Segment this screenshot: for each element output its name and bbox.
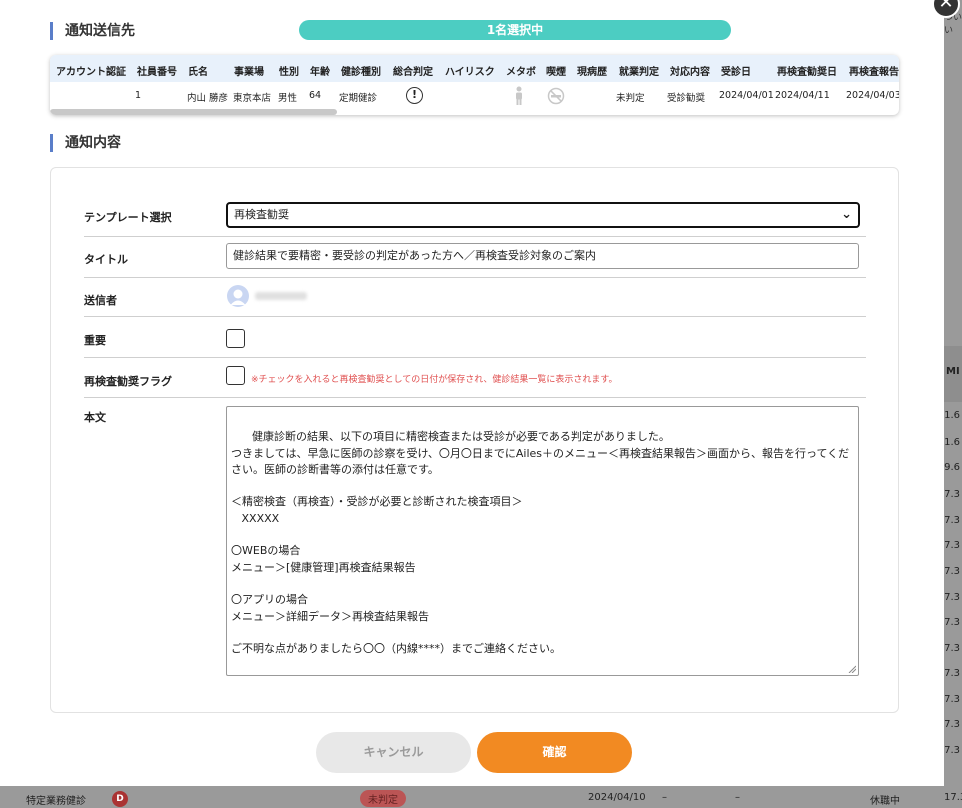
cell-employee-no: 1 bbox=[135, 90, 142, 101]
column-header[interactable]: ハイリスク bbox=[445, 63, 495, 78]
background-value: 7.3 bbox=[944, 719, 960, 730]
background-row-date: 2024/04/10 bbox=[588, 792, 646, 803]
column-header[interactable]: 性別 bbox=[279, 63, 299, 78]
background-value: 7.3 bbox=[944, 617, 960, 628]
background-row-dash: – bbox=[735, 792, 740, 803]
background-value: 7.3 bbox=[944, 694, 960, 705]
sender-label: 送信者 bbox=[84, 294, 117, 307]
column-header[interactable]: 受診日 bbox=[721, 63, 751, 78]
background-row-value: 17.3 bbox=[944, 792, 962, 803]
cell-recheck-report: 2024/04/03 bbox=[846, 90, 899, 101]
background-status-badge: 未判定 bbox=[360, 790, 406, 807]
column-header[interactable]: 事業場 bbox=[234, 63, 264, 78]
background-value: 7.3 bbox=[944, 566, 960, 577]
selected-count-badge: 1名選択中 bbox=[299, 20, 731, 40]
confirm-button[interactable]: 確認 bbox=[477, 732, 632, 773]
notification-form-card: テンプレート選択 再検査勧奨 ⌄ タイトル 健診結果で要精密・要受診の判定があっ… bbox=[50, 167, 899, 713]
cell-gender: 男性 bbox=[278, 93, 298, 104]
row-divider bbox=[84, 357, 866, 358]
content-section-title: 通知内容 bbox=[50, 134, 121, 152]
recipients-table: アカウント認証 社員番号 氏名 事業場 性別 年齢 健診種別 総合判定 ハイリス… bbox=[50, 55, 899, 115]
table-horizontal-scrollbar[interactable] bbox=[50, 109, 337, 115]
cell-exam-date: 2024/04/01 bbox=[719, 90, 774, 101]
resize-handle-icon[interactable] bbox=[848, 665, 856, 673]
background-value: 7.3 bbox=[944, 540, 960, 551]
column-header[interactable]: 健診種別 bbox=[341, 63, 381, 78]
column-header[interactable]: アカウント認証 bbox=[56, 63, 126, 78]
column-header[interactable]: 対応内容 bbox=[670, 63, 710, 78]
background-row-leave: 休職中 bbox=[870, 796, 900, 807]
title-label: タイトル bbox=[84, 253, 128, 266]
body-label: 本文 bbox=[84, 411, 106, 424]
template-select[interactable]: 再検査勧奨 ⌄ bbox=[226, 202, 860, 228]
cell-age: 64 bbox=[309, 90, 322, 101]
background-row-badge: D bbox=[112, 791, 128, 807]
body-textarea[interactable]: 健康診断の結果、以下の項目に精密検査または受診が必要である判定がありました。 つ… bbox=[226, 406, 859, 676]
avatar bbox=[227, 285, 249, 307]
column-header[interactable]: 再検査報告 bbox=[849, 63, 899, 78]
background-row-name: 特定業務健診 bbox=[26, 796, 86, 807]
column-header[interactable]: 年齢 bbox=[310, 63, 330, 78]
background-value: 7.3 bbox=[944, 745, 960, 756]
important-label: 重要 bbox=[84, 334, 106, 347]
column-header[interactable]: 社員番号 bbox=[137, 63, 177, 78]
row-divider bbox=[84, 236, 866, 237]
cell-action: 受診勧奨 bbox=[667, 93, 706, 104]
cell-recheck-date: 2024/04/11 bbox=[775, 90, 830, 101]
sender-name-redacted bbox=[255, 292, 307, 300]
background-value: 7.3 bbox=[944, 515, 960, 526]
metabo-person-icon bbox=[513, 86, 525, 109]
background-bottom-row: 特定業務健診 D 未判定 2024/04/10 – – 休職中 17.3 bbox=[0, 786, 962, 808]
background-right-strip: ついい MI 1.6 1.6 9.6 7.3 7.3 7.3 7.3 7.3 7… bbox=[944, 0, 962, 808]
overall-judgement-alert-icon: ! bbox=[406, 87, 423, 104]
recheck-flag-checkbox[interactable] bbox=[226, 366, 245, 385]
column-header[interactable]: メタボ bbox=[506, 63, 536, 78]
row-divider bbox=[84, 316, 866, 317]
column-header[interactable]: 再検査勧奨日 bbox=[777, 63, 837, 78]
background-value: 7.3 bbox=[944, 592, 960, 603]
template-select-value: 再検査勧奨 bbox=[234, 208, 289, 221]
column-header[interactable]: 就業判定 bbox=[619, 63, 659, 78]
row-divider bbox=[84, 277, 866, 278]
background-value: 1.6 bbox=[944, 410, 960, 421]
title-input[interactable]: 健診結果で要精密・要受診の判定があった方へ／再検査受診対象のご案内 bbox=[226, 243, 859, 269]
background-row-dash: – bbox=[662, 792, 667, 803]
column-header[interactable]: 氏名 bbox=[188, 63, 208, 78]
body-text: 健康診断の結果、以下の項目に精密検査または受診が必要である判定がありました。 つ… bbox=[231, 430, 850, 656]
background-value: 7.3 bbox=[944, 668, 960, 679]
background-value: 7.3 bbox=[944, 489, 960, 500]
recheck-flag-label: 再検査勧奨フラグ bbox=[84, 375, 172, 388]
recheck-flag-note: ※チェックを入れると再検査勧奨としての日付が保存され、健診結果一覧に表示されます… bbox=[251, 375, 618, 385]
recipients-section-title: 通知送信先 bbox=[50, 22, 135, 40]
cell-checkup-type: 定期健診 bbox=[339, 93, 378, 104]
cancel-button[interactable]: キャンセル bbox=[316, 732, 471, 773]
column-header[interactable]: 総合判定 bbox=[393, 63, 433, 78]
no-smoking-icon bbox=[547, 87, 565, 108]
background-value: 1.6 bbox=[944, 437, 960, 448]
row-divider bbox=[84, 397, 866, 398]
cell-work-judgement: 未判定 bbox=[616, 93, 645, 104]
chevron-down-icon: ⌄ bbox=[841, 207, 852, 222]
notification-modal: 通知送信先 1名選択中 アカウント認証 社員番号 氏名 事業場 性別 年齢 健診… bbox=[0, 0, 944, 786]
background-value: 9.6 bbox=[944, 462, 960, 473]
background-value: 7.3 bbox=[944, 643, 960, 654]
background-header-text: MI bbox=[946, 366, 960, 377]
important-checkbox[interactable] bbox=[226, 329, 245, 348]
cell-site: 東京本店 bbox=[233, 93, 272, 104]
column-header[interactable]: 喫煙 bbox=[546, 63, 566, 78]
column-header[interactable]: 現病歴 bbox=[577, 63, 607, 78]
cell-name: 内山 勝彦 bbox=[187, 93, 229, 104]
template-label: テンプレート選択 bbox=[84, 211, 172, 224]
